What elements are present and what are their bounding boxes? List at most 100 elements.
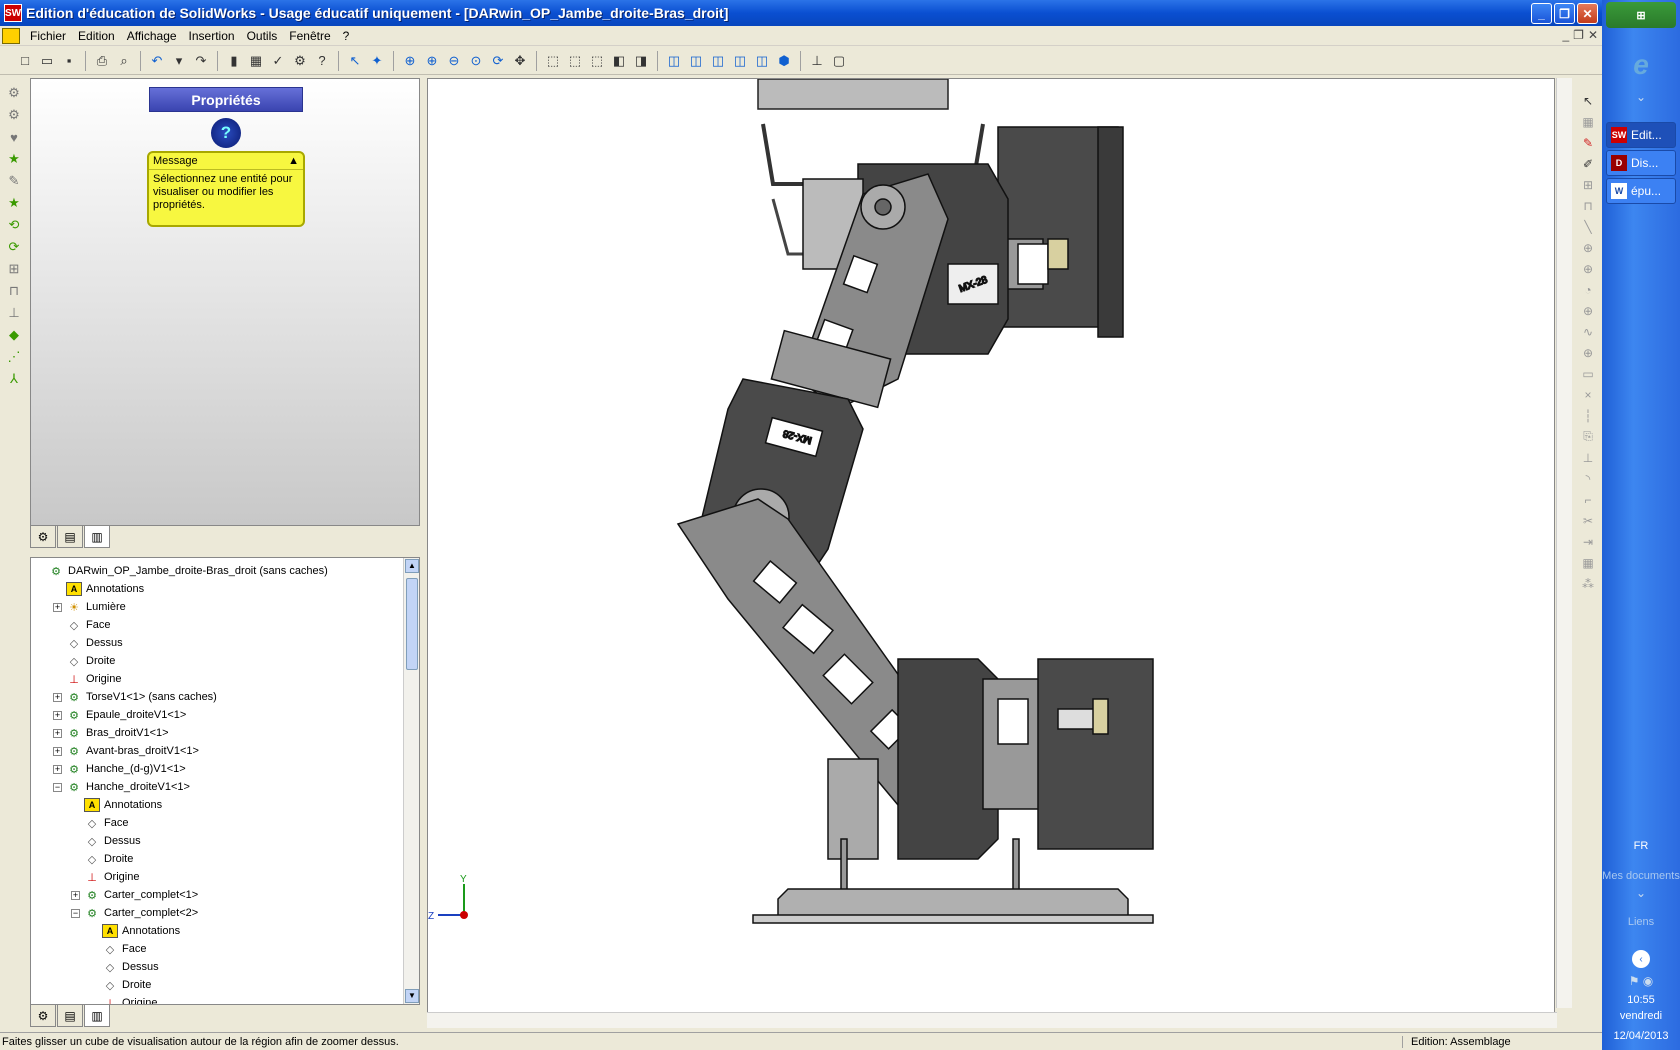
tree-row[interactable]: A Annotations xyxy=(71,796,162,814)
zoom-to-area-icon[interactable]: ⊕ xyxy=(422,51,442,71)
tree-row[interactable]: ◇ Dessus xyxy=(71,832,141,850)
graphics-viewport[interactable]: MX-28 MX-28 Y Z xyxy=(427,78,1555,1023)
tree-row[interactable]: ◇ Droite xyxy=(71,850,134,868)
start-button[interactable]: ⊞ xyxy=(1606,2,1676,28)
smart-fasteners-icon[interactable]: ★ xyxy=(4,193,24,213)
insert-component-icon[interactable]: ⚙ xyxy=(4,83,24,103)
menu-fenetre[interactable]: Fenêtre xyxy=(283,29,336,43)
tree-row[interactable]: + ⚙ TorseV1<1> (sans caches) xyxy=(53,688,217,706)
chamfer-icon[interactable]: ⌐ xyxy=(1578,489,1598,510)
left-view-icon[interactable]: ◫ xyxy=(708,51,728,71)
spline-icon[interactable]: ∿ xyxy=(1578,321,1598,342)
tree-row[interactable]: ◇ Dessus xyxy=(89,958,159,976)
shaded-icon[interactable]: ◨ xyxy=(631,51,651,71)
viewport-vertical-scrollbar[interactable] xyxy=(1556,78,1572,1008)
tree-row[interactable]: − ⚙ Carter_complet<2> xyxy=(71,904,198,922)
viewport-horizontal-scrollbar[interactable] xyxy=(427,1012,1557,1028)
liens-toolbar[interactable]: Liens xyxy=(1602,916,1680,928)
tree-row[interactable]: ◇ Droite xyxy=(53,652,116,670)
menu-help[interactable]: ? xyxy=(337,29,356,43)
quicklaunch-chevron-icon[interactable]: ⌄ xyxy=(1602,90,1680,104)
isometric-view-icon[interactable]: ⬢ xyxy=(774,51,794,71)
solidworks-logo-icon[interactable] xyxy=(2,27,20,44)
shaded-with-edges-icon[interactable]: ◧ xyxy=(609,51,629,71)
tree-expand-icon[interactable]: − xyxy=(53,782,62,792)
tab-configurationmanager[interactable]: ▥ xyxy=(84,526,110,548)
view-orientation-icon[interactable]: ▢ xyxy=(829,51,849,71)
offset-entities-icon[interactable]: ⊥ xyxy=(1578,447,1598,468)
rectangle-icon[interactable]: ⊕ xyxy=(1578,237,1598,258)
rotate-component-icon[interactable]: ⟳ xyxy=(4,237,24,257)
tree-row[interactable]: + ⚙ Carter_complet<1> xyxy=(71,886,198,904)
toolbox-icon[interactable]: ⚙ xyxy=(290,51,310,71)
top-view-icon[interactable]: ◫ xyxy=(752,51,772,71)
scrollbar-thumb[interactable] xyxy=(406,578,418,670)
hidden-lines-visible-icon[interactable]: ⬚ xyxy=(565,51,585,71)
robot-arm-model[interactable]: MX-28 MX-28 Y Z xyxy=(428,79,1555,1023)
clock-time[interactable]: 10:55 xyxy=(1602,994,1680,1006)
select-icon[interactable]: ↖ xyxy=(345,51,365,71)
zoom-to-fit-icon[interactable]: ⊕ xyxy=(400,51,420,71)
reference-geometry-icon[interactable]: ◆ xyxy=(4,325,24,345)
rotate-icon[interactable]: ⟳ xyxy=(488,51,508,71)
tab-configurationmanager-bottom[interactable]: ▥ xyxy=(84,1005,110,1027)
zoom-selection-icon[interactable]: ⊙ xyxy=(466,51,486,71)
undo-icon[interactable]: ↶ xyxy=(147,51,167,71)
tree-row[interactable]: ⊥ Origine xyxy=(71,868,139,886)
linear-pattern-icon[interactable]: ▦ xyxy=(1578,552,1598,573)
redo-icon[interactable]: ↷ xyxy=(191,51,211,71)
tree-row[interactable]: ⊥ Origine xyxy=(53,670,121,688)
tree-expand-icon[interactable]: + xyxy=(53,764,62,774)
menu-insertion[interactable]: Insertion xyxy=(183,29,241,43)
help-question-icon[interactable]: ? xyxy=(211,118,241,148)
tree-row[interactable]: + ⚙ Bras_droitV1<1> xyxy=(53,724,169,742)
print-preview-icon[interactable]: ⌕ xyxy=(114,51,134,71)
back-view-icon[interactable]: ◫ xyxy=(686,51,706,71)
tab-propertymanager-bottom[interactable]: ▤ xyxy=(57,1005,83,1027)
convert-entities-icon[interactable]: ⎘ xyxy=(1578,426,1598,447)
tree-expand-icon[interactable]: + xyxy=(53,728,62,738)
tangent-arc-icon[interactable]: ⊕ xyxy=(1578,300,1598,321)
doc-close-icon[interactable]: ✕ xyxy=(1588,28,1598,42)
explode-line-icon[interactable]: ⊥ xyxy=(4,303,24,323)
pan-icon[interactable]: ✥ xyxy=(510,51,530,71)
axis-icon[interactable]: ⋰ xyxy=(4,347,24,367)
help-icon[interactable]: ? xyxy=(312,51,332,71)
doc-minimize-icon[interactable]: _ xyxy=(1562,28,1569,42)
tree-row[interactable]: ◇ Face xyxy=(53,616,111,634)
zoom-in-out-icon[interactable]: ⊖ xyxy=(444,51,464,71)
open-icon[interactable]: ▭ xyxy=(37,51,57,71)
internet-explorer-icon[interactable]: e xyxy=(1624,48,1658,82)
tree-row[interactable]: ◇ Dessus xyxy=(53,634,123,652)
save-icon[interactable]: ▪ xyxy=(59,51,79,71)
print-icon[interactable]: ⎙ xyxy=(92,51,112,71)
selection-filter-icon[interactable]: ✦ xyxy=(367,51,387,71)
select-arrow-icon[interactable]: ↖ xyxy=(1578,90,1598,111)
tray-icons[interactable]: ⚑ ◉ xyxy=(1602,974,1680,988)
circular-pattern-icon[interactable]: ⁂ xyxy=(1578,573,1598,594)
tree-row[interactable]: A Annotations xyxy=(89,922,180,940)
arc-icon[interactable]: ◔ xyxy=(1578,279,1598,300)
feature-tree-scrollbar[interactable]: ▲ ▼ xyxy=(403,558,419,1004)
tree-expand-icon[interactable]: + xyxy=(53,710,62,720)
tree-row[interactable]: ◇ Droite xyxy=(89,976,152,994)
sketch-icon[interactable]: ✎ xyxy=(1578,132,1598,153)
modify-sketch-icon[interactable]: ⊓ xyxy=(1578,195,1598,216)
tab-propertymanager[interactable]: ▤ xyxy=(57,526,83,548)
grid-icon[interactable]: ▦ xyxy=(246,51,266,71)
centerline-icon[interactable]: ┆ xyxy=(1578,405,1598,426)
tray-expand-icon[interactable]: ‹ xyxy=(1632,950,1650,968)
wireframe-icon[interactable]: ⬚ xyxy=(543,51,563,71)
fillet-icon[interactable]: ◝ xyxy=(1578,468,1598,489)
tree-row[interactable]: ◇ Face xyxy=(71,814,129,832)
mate-icon[interactable]: ★ xyxy=(4,149,24,169)
front-view-icon[interactable]: ◫ xyxy=(664,51,684,71)
menu-edition[interactable]: Edition xyxy=(72,29,121,43)
normal-to-icon[interactable]: ⊥ xyxy=(807,51,827,71)
rebuild-icon[interactable]: ▮ xyxy=(224,51,244,71)
doc-restore-icon[interactable]: ❐ xyxy=(1573,28,1584,42)
trim-icon[interactable]: ✂ xyxy=(1578,510,1598,531)
menu-outils[interactable]: Outils xyxy=(241,29,284,43)
scroll-down-arrow-icon[interactable]: ▼ xyxy=(405,989,419,1003)
polygon-icon[interactable]: ▭ xyxy=(1578,363,1598,384)
